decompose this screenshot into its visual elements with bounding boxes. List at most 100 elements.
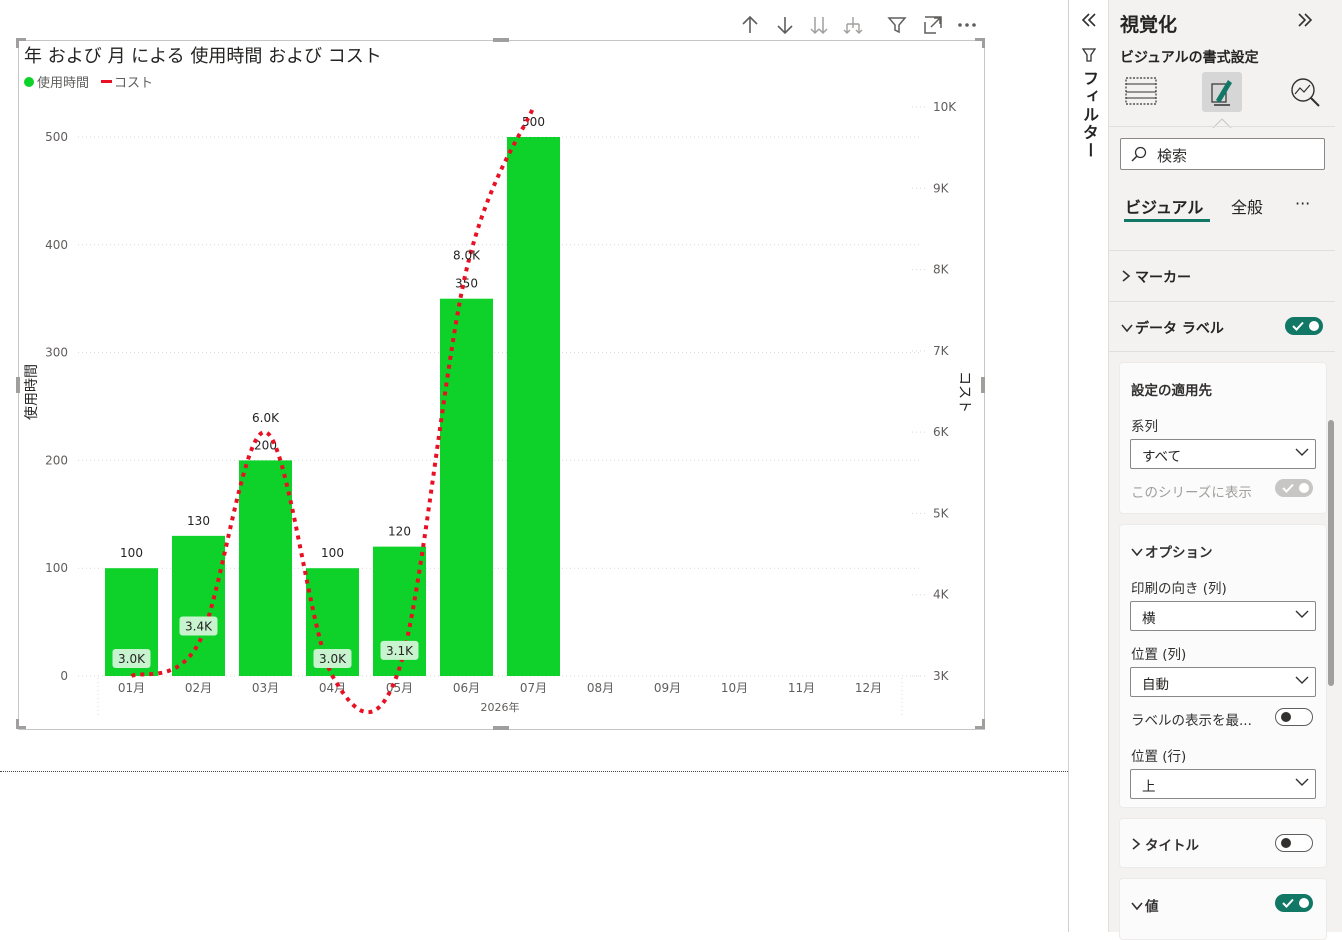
x-tick-label: 07月 (520, 681, 547, 695)
chevron-down-icon (1131, 899, 1145, 915)
position-col-dropdown[interactable]: 自動 (1130, 667, 1316, 697)
data-labels-toggle[interactable] (1285, 317, 1323, 335)
bar (507, 137, 560, 676)
x-tick-label: 12月 (855, 681, 882, 695)
y-left-tick-label: 300 (45, 346, 68, 360)
filter-pane-collapsed[interactable]: フィルター (1068, 0, 1109, 932)
dropdown-value: 横 (1142, 611, 1156, 627)
dropdown-value: 上 (1142, 779, 1156, 795)
x-tick-label: 09月 (654, 681, 681, 695)
build-visual-icon[interactable] (1121, 72, 1161, 112)
section-label: オプション (1145, 545, 1213, 561)
y-left-tick-label: 100 (45, 561, 68, 575)
y-right-tick-label: 8K (933, 263, 950, 277)
options-header[interactable]: オプション (1131, 541, 1213, 561)
pane-scrollbar[interactable] (1328, 420, 1334, 686)
section-label: データ ラベル (1135, 321, 1224, 337)
report-canvas: 年 および 月 による 使用時間 および コスト 使用時間 コスト 使用時間 コ… (0, 0, 1068, 932)
combo-chart: 年 および 月 による 使用時間 および コスト 使用時間 コスト 使用時間 コ… (23, 46, 972, 716)
x-tick-label: 06月 (453, 681, 480, 695)
value-toggle[interactable] (1275, 894, 1313, 912)
chevron-right-icon (1121, 270, 1135, 286)
chevron-down-icon (1121, 321, 1135, 337)
card-title: 設定の適用先 (1131, 383, 1212, 399)
bar (172, 535, 225, 676)
analytics-icon[interactable] (1285, 72, 1325, 112)
chevron-down-icon (1295, 448, 1309, 456)
y-left-tick-label: 500 (45, 130, 68, 144)
show-for-series-toggle[interactable] (1275, 479, 1313, 497)
series-label: 系列 (1131, 419, 1158, 435)
title-card[interactable]: タイトル (1119, 818, 1327, 868)
position-col-label: 位置 (列) (1131, 647, 1187, 663)
y-right-tick-label: 3K (933, 669, 950, 683)
y-right-tick-label: 10K (933, 100, 957, 114)
chart-title: 年 および 月 による 使用時間 および コスト (24, 46, 382, 67)
filter-pane-label[interactable]: フィルター (1077, 70, 1101, 160)
section-label: マーカー (1135, 270, 1191, 286)
legend-marker-cost (101, 80, 112, 83)
position-row-dropdown[interactable]: 上 (1130, 769, 1316, 799)
x-tick-label: 02月 (185, 681, 212, 695)
pane-subtitle: ビジュアルの書式設定 (1120, 50, 1259, 66)
x-group-label: 2026年 (481, 700, 520, 714)
cost-data-label: 3.0K (118, 652, 146, 666)
search-icon (1130, 145, 1148, 167)
tab-visual[interactable]: ビジュアル (1125, 194, 1203, 218)
chevron-down-icon (1131, 545, 1145, 561)
bar-data-label: 130 (187, 514, 210, 528)
bar (440, 298, 493, 676)
value-header[interactable]: 値 (1131, 895, 1159, 915)
cost-data-label: 3.0K (319, 652, 347, 666)
y-left-tick-label: 200 (45, 453, 68, 467)
bar (239, 460, 292, 676)
pane-title: 視覚化 (1120, 14, 1178, 36)
y-left-tick-label: 400 (45, 238, 68, 252)
cost-data-label: 3.1K (386, 644, 414, 658)
chevron-down-icon (1295, 676, 1309, 684)
chart-legend[interactable]: 使用時間 コスト (24, 75, 153, 91)
chevron-down-icon (1295, 610, 1309, 618)
title-header[interactable]: タイトル (1131, 834, 1199, 854)
x-tick-label: 08月 (587, 681, 614, 695)
section-label: タイトル (1145, 838, 1199, 854)
y-right-tick-label: 7K (933, 344, 950, 358)
legend-label-usage: 使用時間 (37, 75, 89, 91)
section-label: 値 (1145, 899, 1159, 915)
y-right-tick-label: 4K (933, 588, 950, 602)
series-dropdown[interactable]: すべて (1130, 439, 1316, 469)
show-for-series-label: このシリーズに表示 (1131, 485, 1252, 501)
y-right-axis-title: コスト (956, 371, 972, 413)
cost-data-label: 8.0K (453, 249, 481, 263)
section-data-labels[interactable]: データ ラベル (1121, 318, 1224, 338)
tab-general[interactable]: 全般 (1231, 194, 1263, 218)
bar-data-label: 120 (388, 525, 411, 539)
search-placeholder: 検索 (1157, 147, 1188, 165)
dropdown-value: 自動 (1142, 677, 1169, 693)
collapse-chevron-icon[interactable] (1295, 10, 1315, 35)
bar-data-label: 350 (455, 277, 478, 291)
page-boundary (0, 771, 1068, 772)
dropdown-value: すべて (1142, 449, 1182, 465)
orientation-label: 印刷の向き (列) (1131, 581, 1227, 597)
overflow-toggle[interactable] (1275, 708, 1313, 726)
more-tabs-icon[interactable]: ··· (1295, 194, 1310, 213)
x-tick-label: 11月 (788, 681, 815, 695)
expand-chevron-icon[interactable] (1079, 10, 1099, 35)
value-card[interactable]: 値 (1119, 878, 1327, 940)
y-right-tick-label: 6K (933, 425, 950, 439)
x-tick-label: 03月 (252, 681, 279, 695)
orientation-dropdown[interactable]: 横 (1130, 601, 1316, 631)
y-left-tick-label: 0 (60, 669, 68, 683)
format-visual-icon[interactable] (1202, 72, 1242, 112)
section-marker[interactable]: マーカー (1121, 267, 1191, 287)
title-toggle[interactable] (1275, 834, 1313, 852)
position-row-label: 位置 (行) (1131, 749, 1187, 765)
options-card: オプション 印刷の向き (列) 横 位置 (列) 自動 ラベルの表示を最... … (1119, 524, 1327, 808)
search-input[interactable]: 検索 (1120, 138, 1325, 170)
filter-icon (1081, 46, 1097, 66)
chevron-right-icon (1131, 838, 1145, 854)
bar-data-label: 100 (321, 546, 344, 560)
y-left-axis-title: 使用時間 (23, 364, 40, 420)
chevron-down-icon (1295, 778, 1309, 786)
